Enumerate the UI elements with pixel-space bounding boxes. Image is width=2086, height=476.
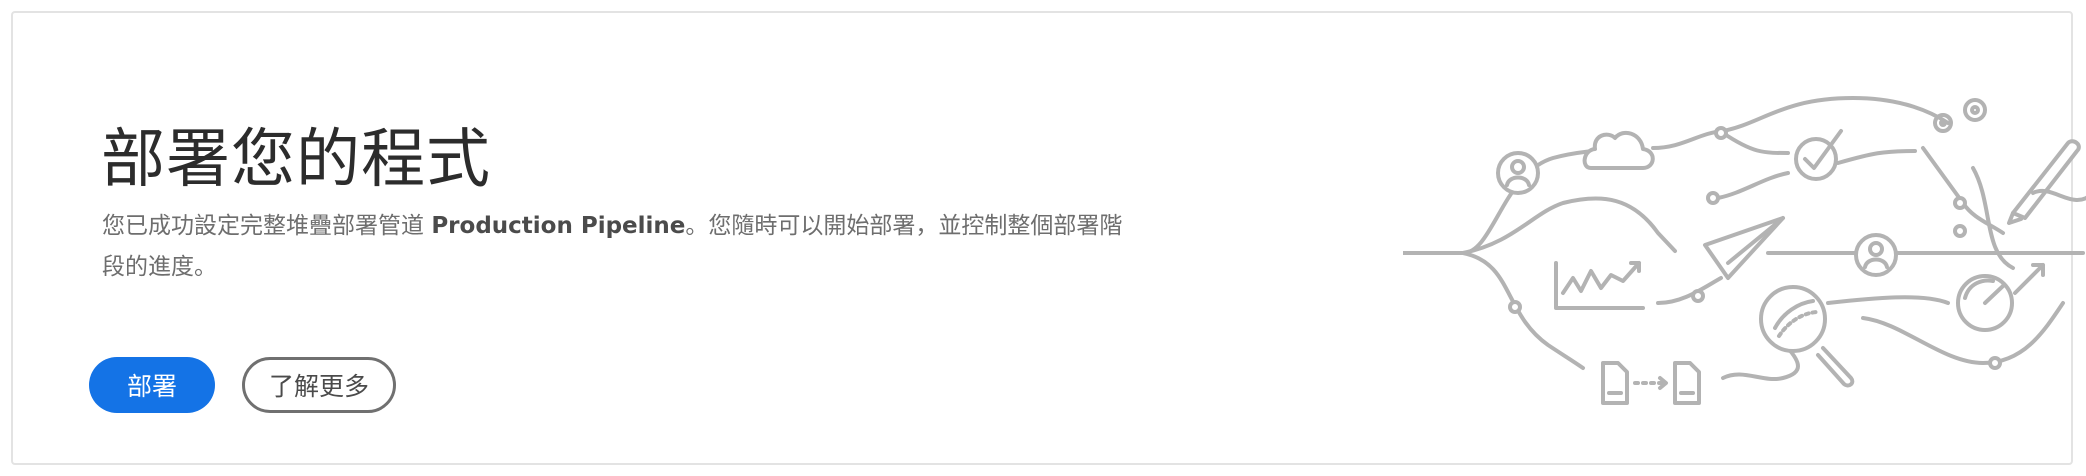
user-icon-2 [1854,233,1898,277]
page-title: 部署您的程式 [101,123,491,197]
cloud-icon [1582,130,1655,170]
pipeline-name: Production Pipeline [431,213,686,239]
pipeline-illustration [1403,96,2086,405]
deploy-button[interactable]: 部署 [89,357,215,413]
chart-icon [1554,261,1645,310]
pen-icon [2007,139,2086,225]
gauge-icon [1956,274,2014,332]
learn-more-button[interactable]: 了解更多 [242,357,396,413]
paper-plane-icon [1703,216,1785,280]
deploy-card: 部署您的程式 您已成功設定完整堆疊部署管道 Production Pipelin… [11,11,2086,465]
card-description: 您已成功設定完整堆疊部署管道 Production Pipeline。您隨時可以… [102,206,1142,288]
checkmark-icon [1794,129,1843,181]
user-icon [1496,151,1540,195]
document-icon [1601,361,1701,405]
arrow-icon [2013,263,2045,295]
description-text: 您已成功設定完整堆疊部署管道 [102,213,432,239]
gears-icon [1933,98,1987,133]
